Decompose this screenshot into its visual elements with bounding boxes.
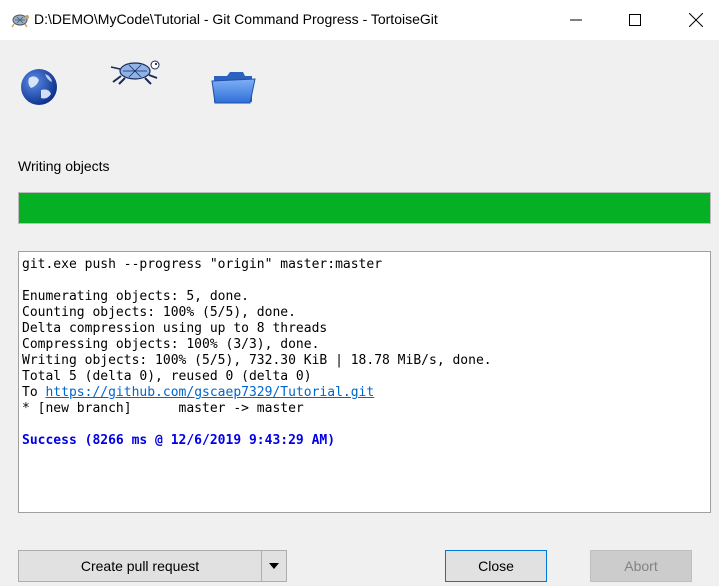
window-title: D:\DEMO\MyCode\Tutorial - Git Command Pr…: [34, 11, 438, 27]
maximize-button[interactable]: [612, 0, 658, 40]
log-blank-line: [22, 273, 707, 289]
log-line: Total 5 (delta 0), reused 0 (delta 0): [22, 369, 312, 384]
abort-button[interactable]: Abort: [590, 550, 692, 582]
log-line: Enumerating objects: 5, done.: [22, 289, 249, 304]
progress-bar-fill: [19, 193, 710, 223]
close-button[interactable]: Close: [445, 550, 547, 582]
log-output[interactable]: git.exe push --progress "origin" master:…: [18, 251, 711, 513]
progress-bar: [18, 192, 711, 224]
create-pull-request-label: Create pull request: [80, 558, 200, 574]
close-window-button[interactable]: [673, 0, 719, 40]
log-to-prefix: To: [22, 385, 46, 400]
log-blank-line: [22, 417, 707, 433]
log-success-line: Success (8266 ms @ 12/6/2019 9:43:29 AM): [22, 433, 336, 448]
minimize-icon: [570, 19, 582, 21]
create-pull-request-dropdown[interactable]: [261, 550, 287, 582]
progress-status-label: Writing objects: [18, 158, 110, 174]
log-branch-line: * [new branch] master -> master: [22, 401, 304, 416]
log-remote-line: To https://github.com/gscaep7329/Tutoria…: [22, 385, 707, 401]
title-bar: D:\DEMO\MyCode\Tutorial - Git Command Pr…: [0, 0, 719, 40]
abort-button-label: Abort: [624, 558, 658, 574]
globe-icon: [21, 69, 57, 105]
close-button-label: Close: [478, 558, 514, 574]
log-line: Compressing objects: 100% (3/3), done.: [22, 337, 320, 352]
tortoise-icon: [11, 14, 29, 28]
remote-url-link[interactable]: https://github.com/gscaep7329/Tutorial.g…: [45, 385, 374, 400]
log-line: Delta compression using up to 8 threads: [22, 321, 328, 336]
folder-icon: [211, 72, 256, 104]
maximize-icon: [629, 14, 641, 26]
close-icon: [689, 13, 703, 27]
minimize-button[interactable]: [553, 0, 599, 40]
log-line: Counting objects: 100% (5/5), done.: [22, 305, 296, 320]
create-pull-request-button[interactable]: Create pull request: [18, 550, 262, 582]
turtle-icon: [110, 60, 160, 85]
log-line: Writing objects: 100% (5/5), 732.30 KiB …: [22, 353, 492, 368]
log-command-line: git.exe push --progress "origin" master:…: [22, 257, 383, 272]
chevron-down-icon: [269, 563, 279, 569]
